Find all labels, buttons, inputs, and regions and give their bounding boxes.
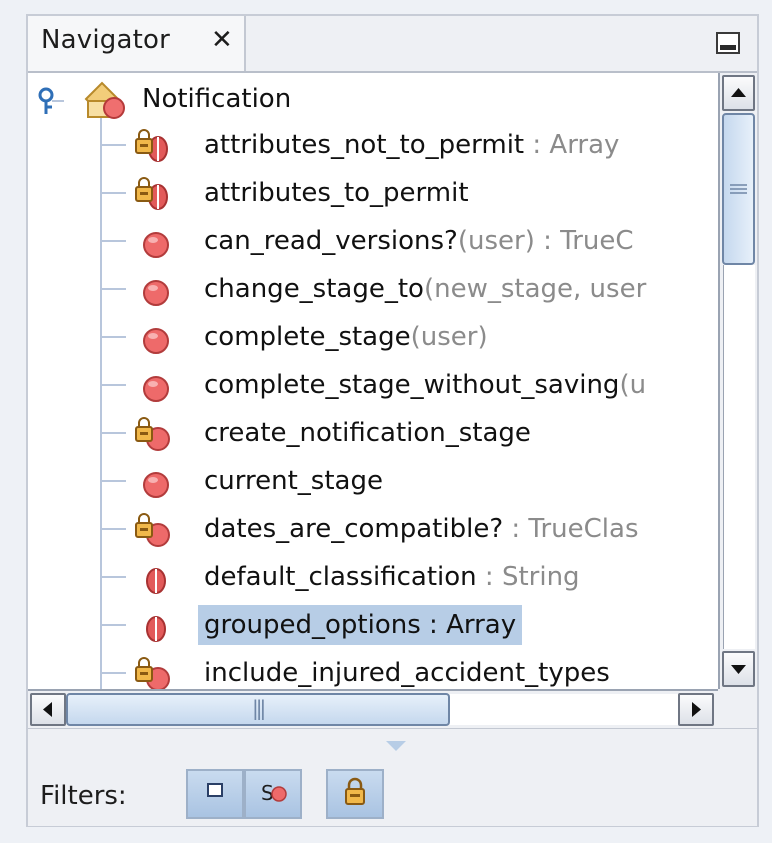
tree-connector	[102, 144, 126, 146]
tree-connector	[102, 576, 126, 578]
member-name: grouped_options	[204, 610, 421, 640]
member-name: can_read_versions?	[204, 226, 458, 256]
member-name: complete_stage	[204, 322, 411, 352]
member-tree: Notification attributes_not_to_permit : …	[28, 73, 718, 689]
tree-root-label: Notification	[142, 84, 292, 114]
tree-connector	[102, 288, 126, 290]
grip-icon	[730, 184, 747, 194]
method-icon	[143, 472, 169, 498]
member-name: current_stage	[204, 466, 383, 496]
scroll-right-button[interactable]	[678, 693, 714, 726]
lock-icon	[345, 777, 365, 805]
protected-method-icon	[135, 657, 170, 689]
expanded-key-icon[interactable]	[38, 87, 64, 115]
method-icon	[143, 232, 169, 258]
tree-root-row[interactable]: Notification	[28, 73, 718, 125]
arrow-down-icon	[731, 665, 746, 674]
arrow-left-icon	[43, 702, 52, 717]
class-icon	[84, 81, 125, 119]
tree-connector	[102, 192, 126, 194]
tree-item[interactable]: complete_stage(user)	[28, 313, 718, 361]
tree-item[interactable]: current_stage	[28, 457, 718, 505]
horizontal-scrollbar[interactable]: |||	[28, 689, 718, 728]
method-icon	[143, 376, 169, 402]
tree-item-selected[interactable]: grouped_options : Array	[28, 601, 718, 649]
vertical-scroll-thumb[interactable]	[722, 113, 755, 265]
method-icon	[143, 328, 169, 354]
tab-navigator[interactable]: Navigator ✕	[28, 16, 246, 71]
grip-icon: |||	[252, 696, 266, 720]
method-icon	[143, 280, 169, 306]
minimize-window-icon[interactable]	[716, 32, 740, 54]
tree-item[interactable]: create_notification_stage	[28, 409, 718, 457]
member-detail: (user) : TrueC	[457, 226, 634, 256]
member-detail: : String	[476, 562, 580, 592]
tab-strip: Navigator ✕	[28, 16, 757, 73]
static-member-icon: S	[261, 781, 287, 805]
tree-connector	[102, 432, 126, 434]
member-detail: (u	[619, 370, 647, 400]
member-detail: (user)	[410, 322, 488, 352]
member-name: attributes_to_permit	[204, 178, 469, 208]
tree-item[interactable]: include_injured_accident_types	[28, 649, 718, 689]
member-detail: : Array	[420, 610, 517, 640]
filter-nonpublic-button[interactable]	[318, 763, 390, 829]
tree-connector	[102, 384, 126, 386]
scroll-down-button[interactable]	[722, 651, 755, 687]
tree-connector	[102, 528, 126, 530]
tree-item[interactable]: attributes_to_permit	[28, 169, 718, 217]
vertical-scroll-track[interactable]	[723, 265, 755, 649]
member-name: include_injured_accident_types	[204, 658, 610, 688]
tree-connector	[102, 336, 126, 338]
vertical-scrollbar[interactable]	[718, 73, 757, 689]
protected-field-icon	[135, 177, 168, 210]
protected-field-icon	[135, 129, 168, 162]
filters-bar: Filters: S	[28, 728, 757, 826]
member-name: attributes_not_to_permit	[204, 130, 525, 160]
tree-connector	[102, 624, 126, 626]
square-icon	[207, 783, 223, 797]
tree-item[interactable]: complete_stage_without_saving(u	[28, 361, 718, 409]
filters-label: Filters:	[40, 781, 127, 811]
tree-item[interactable]: can_read_versions?(user) : TrueC	[28, 217, 718, 265]
tree-item[interactable]: default_classification : String	[28, 553, 718, 601]
member-detail: : Array	[524, 130, 620, 160]
tab-title: Navigator	[41, 25, 171, 55]
member-detail: : TrueClas	[503, 514, 639, 544]
protected-method-icon	[135, 417, 170, 451]
arrow-up-icon	[731, 88, 746, 97]
filter-static-button[interactable]: S	[236, 763, 308, 829]
scroll-corner	[718, 689, 757, 728]
close-icon[interactable]: ✕	[211, 25, 233, 55]
navigator-panel: Navigator ✕ Notification attributes_not_…	[26, 14, 759, 827]
member-name: create_notification_stage	[204, 418, 531, 448]
scroll-left-button[interactable]	[30, 693, 66, 726]
tree-item[interactable]: change_stage_to(new_stage, user	[28, 265, 718, 313]
scroll-up-button[interactable]	[722, 75, 755, 111]
field-icon	[146, 616, 166, 642]
member-name: complete_stage_without_saving	[204, 370, 620, 400]
protected-method-icon	[135, 513, 170, 547]
tree-connector	[102, 480, 126, 482]
tree-item[interactable]: dates_are_compatible? : TrueClas	[28, 505, 718, 553]
field-icon	[146, 568, 166, 594]
member-name: default_classification	[204, 562, 477, 592]
horizontal-scroll-thumb[interactable]: |||	[66, 693, 450, 726]
tree-item[interactable]: attributes_not_to_permit : Array	[28, 121, 718, 169]
member-detail: (new_stage, user	[423, 274, 647, 304]
horizontal-scroll-track[interactable]	[450, 694, 678, 725]
tree-connector	[102, 672, 126, 674]
member-name: change_stage_to	[204, 274, 424, 304]
arrow-right-icon	[692, 702, 701, 717]
collapse-arrow-icon[interactable]	[384, 739, 408, 753]
tree-connector	[102, 240, 126, 242]
member-name: dates_are_compatible?	[204, 514, 504, 544]
